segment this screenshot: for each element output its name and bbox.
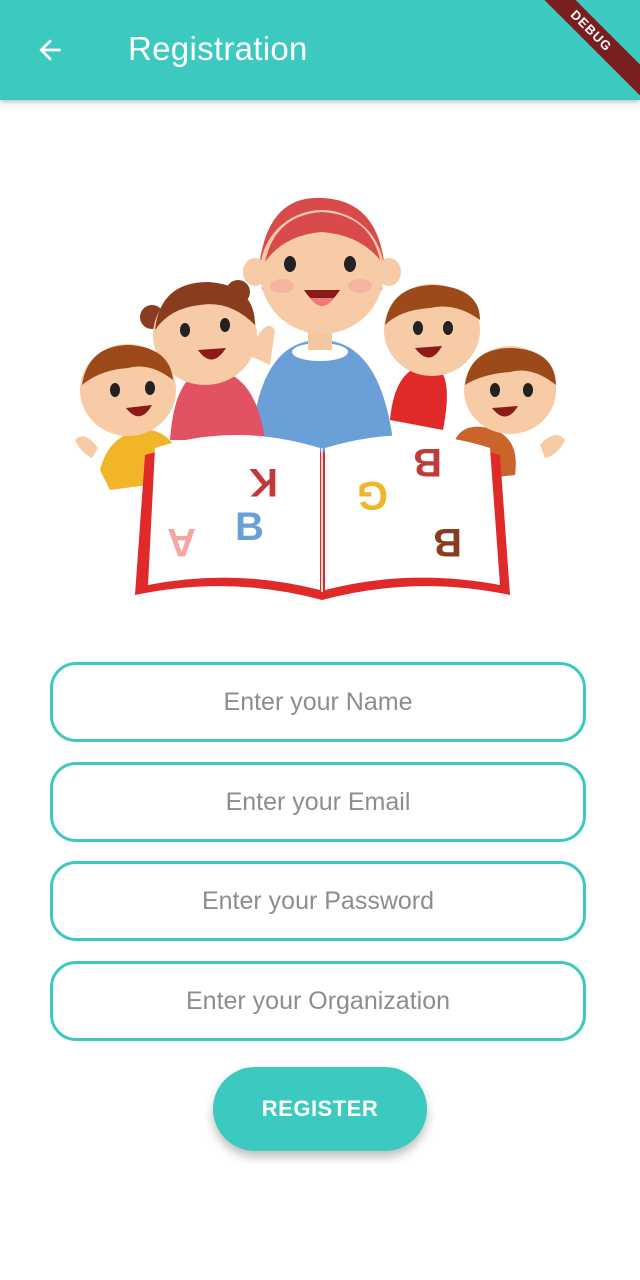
password-field-container xyxy=(50,861,586,941)
organization-input[interactable] xyxy=(77,985,559,1017)
organization-field-container xyxy=(50,961,586,1041)
teacher-children-illustration: K B A B G B xyxy=(75,197,565,600)
debug-banner: DEBUG xyxy=(516,0,640,106)
email-field-container xyxy=(50,762,586,842)
letter-a: A xyxy=(167,520,196,564)
register-button[interactable]: REGISTER xyxy=(213,1067,427,1151)
open-book: K B A B G B xyxy=(135,435,510,600)
password-input[interactable] xyxy=(77,885,559,917)
letter-b-3: B xyxy=(433,520,462,564)
letter-g: G xyxy=(357,473,388,517)
app-bar: Registration DEBUG xyxy=(0,0,640,106)
letter-k: K xyxy=(249,460,278,504)
back-button[interactable] xyxy=(26,26,74,74)
arrow-left-icon xyxy=(39,39,61,61)
name-field-container xyxy=(50,662,586,742)
boy-right-figure xyxy=(384,284,480,430)
email-input[interactable] xyxy=(77,786,559,818)
letter-b: B xyxy=(235,505,264,549)
name-input[interactable] xyxy=(77,686,559,718)
letter-b-2: B xyxy=(413,440,442,484)
page-title: Registration xyxy=(128,30,308,67)
